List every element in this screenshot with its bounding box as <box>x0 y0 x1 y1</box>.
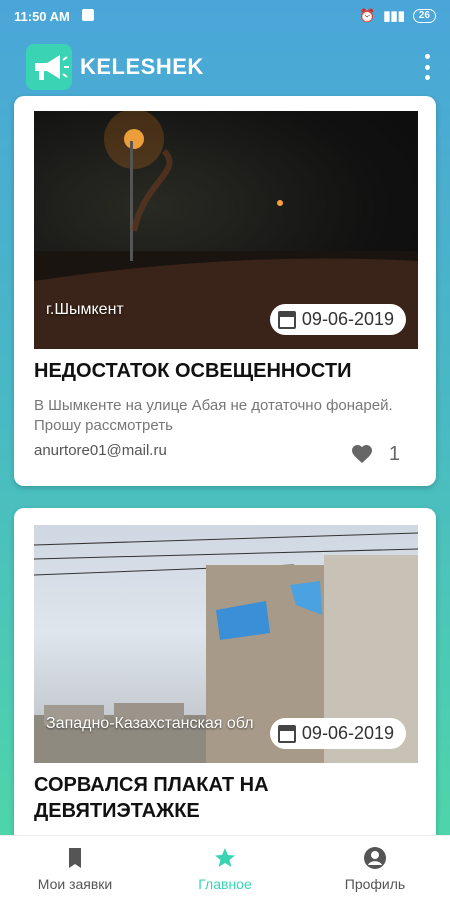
post-date: 09-06-2019 <box>301 309 394 329</box>
status-bar: 11:50 AM ⏰ ▮▮▮ 26 <box>0 0 450 32</box>
calendar-icon <box>277 724 296 743</box>
status-icons: ⏰ ▮▮▮ 26 <box>359 8 436 24</box>
alarm-icon: ⏰ <box>359 8 376 23</box>
post-image: Западно-Казахстанская обл 09-06-2019 <box>34 525 418 763</box>
status-time: 11:50 AM <box>14 9 70 24</box>
heart-icon <box>351 445 372 463</box>
post-date: 09-06-2019 <box>301 723 394 743</box>
nav-label: Профиль <box>344 875 406 892</box>
app-title: KELESHEK <box>80 54 204 79</box>
account-icon <box>364 846 386 869</box>
post-author-email: anurtore01@mail.ru <box>34 442 167 459</box>
post-description: В Шымкенте на улице Абая не дотаточно фо… <box>34 397 393 434</box>
calendar-icon <box>277 310 296 329</box>
date-chip: 09-06-2019 <box>269 304 406 335</box>
star-icon <box>215 847 235 867</box>
like-button[interactable]: 1 <box>349 442 400 466</box>
more-vert-icon[interactable] <box>422 54 432 80</box>
post-location: г.Шымкент <box>46 301 124 318</box>
bookmark-icon <box>69 847 81 868</box>
post-title: НЕДОСТАТОК ОСВЕЩЕННОСТИ <box>34 360 352 382</box>
post-title: СОРВАЛСЯ ПЛАКАТ НА ДЕВЯТИЭТАЖКЕ <box>34 774 269 822</box>
like-count: 1 <box>388 442 400 465</box>
nav-my-requests[interactable]: Мои заявки <box>0 836 150 901</box>
nav-profile[interactable]: Профиль <box>300 836 450 901</box>
post-card[interactable]: г.Шымкент 09-06-2019 НЕДОСТАТОК ОСВЕЩЕНН… <box>14 96 436 486</box>
post-card[interactable]: Западно-Казахстанская обл 09-06-2019 СОР… <box>14 508 436 848</box>
post-image: г.Шымкент 09-06-2019 <box>34 111 418 349</box>
date-chip: 09-06-2019 <box>269 718 406 749</box>
nav-main[interactable]: Главное <box>150 836 300 901</box>
signal-icon: ▮▮▮ <box>383 8 405 23</box>
post-location: Западно-Казахстанская обл <box>46 715 254 732</box>
sim-icon <box>82 9 94 21</box>
bottom-navigation: Мои заявки Главное Профиль <box>0 835 450 901</box>
app-bar: KELESHEK <box>0 32 450 102</box>
battery-icon: 26 <box>412 9 436 23</box>
megaphone-logo-icon <box>26 44 72 90</box>
nav-label: Мои заявки <box>37 875 113 892</box>
nav-label: Главное <box>198 875 252 892</box>
